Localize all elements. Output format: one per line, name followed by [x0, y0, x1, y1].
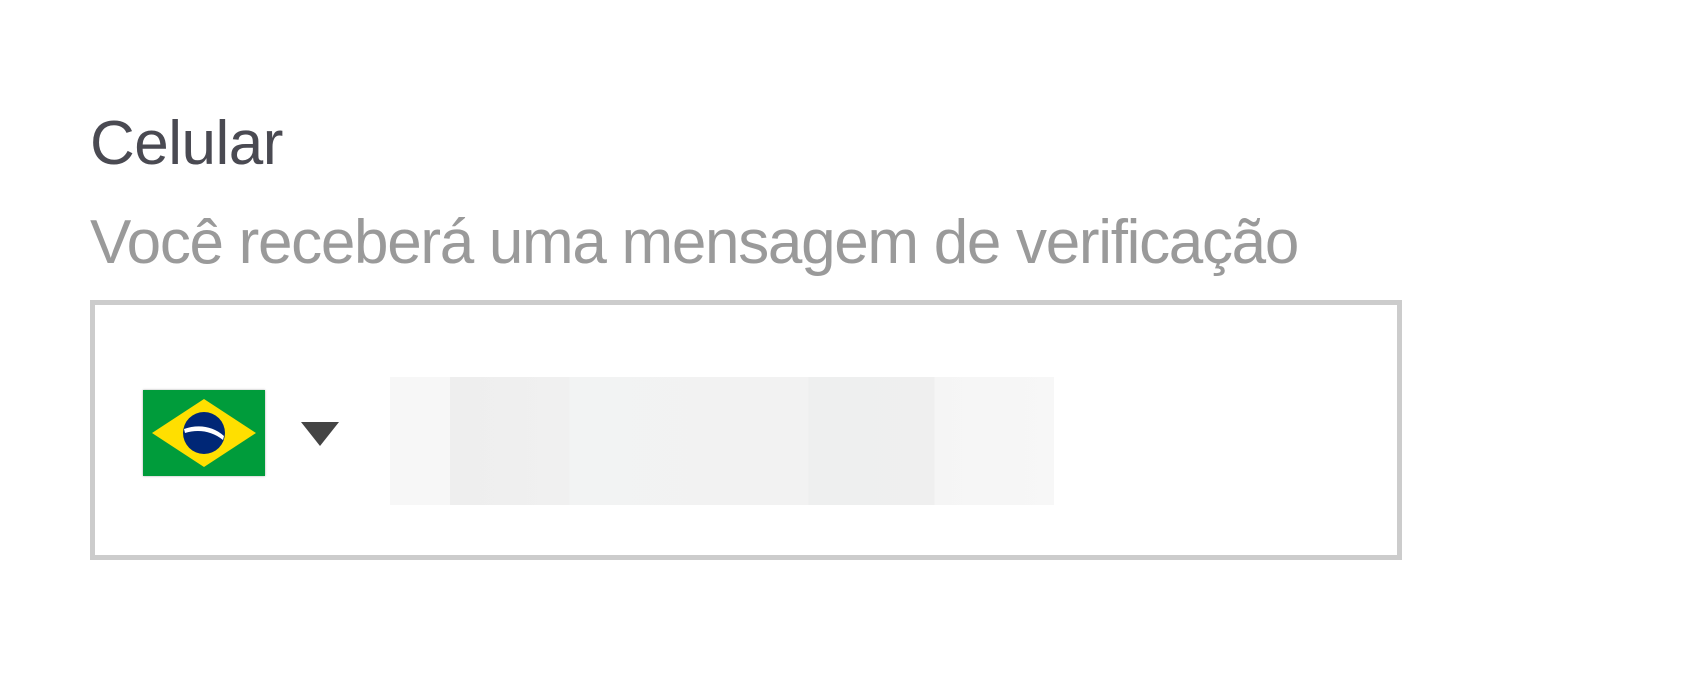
phone-field-label: Celular [90, 109, 283, 178]
phone-number-input[interactable] [390, 377, 1054, 505]
caret-down-icon [301, 422, 339, 446]
brazil-flag-icon [143, 390, 265, 476]
phone-field-hint: Você receberá uma mensagem de verificaçã… [90, 208, 1299, 277]
country-code-dropdown[interactable] [143, 390, 343, 478]
phone-input-container [90, 300, 1402, 560]
